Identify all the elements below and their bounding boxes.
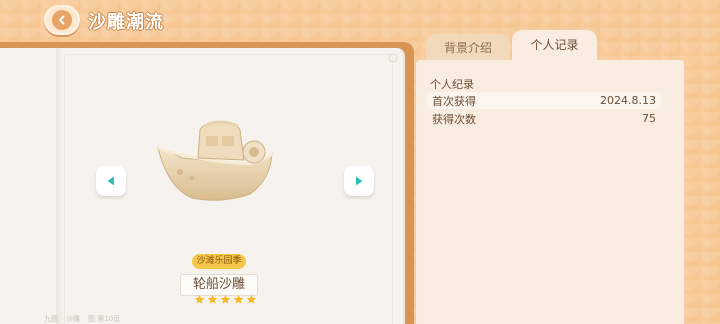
triangle-left-icon (107, 176, 114, 186)
star-icon (246, 294, 257, 304)
star-icon (220, 294, 231, 304)
record-row-first-obtained: 首次获得 2024.8.13 (426, 92, 662, 109)
star-icon (233, 294, 244, 304)
page-title: 沙雕潮流 (88, 12, 164, 33)
record-label: 首次获得 (432, 94, 476, 108)
star-icon (194, 294, 205, 304)
item-name: 轮船沙雕 (180, 274, 258, 296)
boat-sand-sculpture-image (157, 120, 273, 201)
back-button[interactable] (44, 5, 80, 35)
tab-background[interactable]: 背景介绍 (426, 34, 510, 62)
record-heading: 个人纪录 (430, 78, 474, 91)
record-label: 获得次数 (432, 112, 476, 126)
footer-text: 九图 (44, 315, 58, 323)
record-row-obtain-count: 获得次数 75 (426, 110, 662, 127)
triangle-right-icon (356, 176, 363, 186)
season-badge: 沙滩乐园季 (192, 254, 246, 269)
record-panel: 个人纪录 首次获得 2024.8.13 获得次数 75 (416, 60, 684, 324)
previous-item-button[interactable] (96, 166, 126, 196)
next-item-button[interactable] (344, 166, 374, 196)
page-footer: 九图 沙雕 图 第10页 (44, 314, 120, 324)
page-corner (389, 54, 397, 62)
record-value: 75 (642, 112, 656, 125)
footer-text: 沙雕 (66, 315, 80, 323)
star-rating (194, 294, 257, 305)
back-arrow-icon (52, 10, 72, 30)
book-spine (56, 48, 64, 324)
star-icon (207, 294, 218, 304)
record-value: 2024.8.13 (600, 94, 656, 107)
footer-text: 图 第10页 (88, 315, 121, 323)
tab-personal-record[interactable]: 个人记录 (512, 30, 597, 62)
